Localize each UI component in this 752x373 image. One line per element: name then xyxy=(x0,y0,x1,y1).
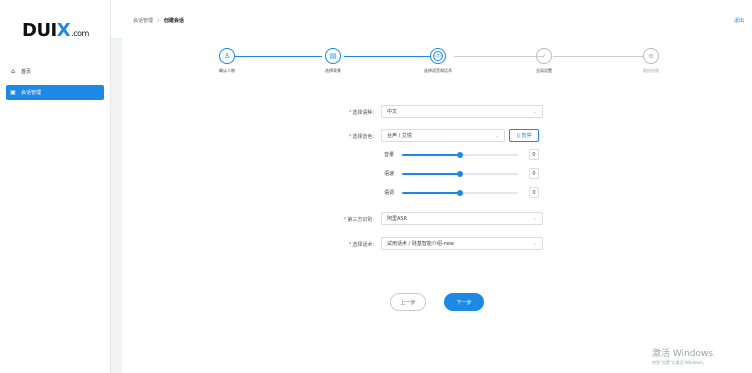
step-connector xyxy=(454,56,542,57)
speed-slider[interactable] xyxy=(402,171,518,177)
volume-value[interactable]: 0 xyxy=(529,149,539,160)
breadcrumb-item-create-session: 创建会话 xyxy=(163,18,184,24)
step-1-label: 确认人物 xyxy=(219,68,235,73)
pitch-slider-fill xyxy=(402,192,460,194)
step-3-label: 选择语音和话术 xyxy=(424,68,452,73)
step-2-label: 选择背景 xyxy=(325,68,341,73)
speed-slider-handle[interactable] xyxy=(457,171,463,177)
pitch-value[interactable]: 0 xyxy=(529,187,539,198)
voice-select[interactable]: 台声 / 艾悦 ⌄ xyxy=(381,129,505,142)
asr-select[interactable]: 阿里ASR ⌄ xyxy=(381,212,543,225)
step-3-voice-icon: ◁▷ xyxy=(430,48,446,64)
pitch-slider-handle[interactable] xyxy=(457,190,463,196)
home-icon: ⌂ xyxy=(11,67,15,75)
step-5-list-icon: ≡ xyxy=(643,48,659,64)
sidebar: DUIX.com ⌂ 首页 ▣ 会话管理 xyxy=(0,0,111,373)
previous-step-button[interactable]: 上一步 xyxy=(390,293,426,311)
step-4-label: 全局设置 xyxy=(536,68,552,73)
step-1-user-icon: ♙ xyxy=(219,48,235,64)
breadcrumb-item-session-management[interactable]: 会话管理 xyxy=(133,18,153,24)
logout-link[interactable]: 退出 xyxy=(734,17,744,24)
watermark-title: 激活 Windows xyxy=(652,349,714,359)
next-step-button[interactable]: 下一步 xyxy=(444,293,484,311)
language-label: *选择语种: xyxy=(348,110,374,116)
script-select[interactable]: 试用话术 / 硅基智能介绍-new ⌄ xyxy=(381,237,543,250)
breadcrumb-separator: / xyxy=(157,18,160,24)
chevron-down-icon: ⌄ xyxy=(532,241,537,247)
asr-label: *第三方识别: xyxy=(343,217,374,223)
step-connector xyxy=(553,56,643,57)
windows-activation-watermark: 激活 Windows 转到"设置"以激活 Windows。 xyxy=(652,346,713,366)
sidebar-item-label: 会话管理 xyxy=(21,90,42,96)
pause-button[interactable]: || 暂停 xyxy=(509,129,539,142)
step-connector xyxy=(344,56,440,57)
pitch-slider[interactable] xyxy=(402,190,518,196)
top-bar: 会话管理 / 创建会话 退出 xyxy=(111,0,752,39)
step-connector xyxy=(235,56,322,57)
chevron-down-icon: ⌄ xyxy=(532,216,537,222)
volume-label: 音量 xyxy=(384,152,395,158)
voice-label: *选择音色: xyxy=(348,134,374,140)
chevron-down-icon: ⌄ xyxy=(532,109,537,115)
volume-slider-handle[interactable] xyxy=(457,152,463,158)
brand-logo[interactable]: DUIX.com xyxy=(22,20,89,41)
chevron-down-icon: ⌄ xyxy=(494,133,499,139)
volume-slider-fill xyxy=(402,154,460,156)
step-progress: ♙ ▤ ◁▷ ✓ ≡ 确认人物 选择背景 选择语音和话术 全局设置 最终创建 xyxy=(122,38,752,88)
language-select[interactable]: 中文 ⌄ xyxy=(381,105,543,118)
main-panel: ♙ ▤ ◁▷ ✓ ≡ 确认人物 选择背景 选择语音和话术 全局设置 最终创建 *… xyxy=(122,38,752,373)
volume-slider[interactable] xyxy=(402,152,518,158)
session-icon: ▣ xyxy=(10,88,16,96)
step-4-check-icon: ✓ xyxy=(536,48,552,64)
sidebar-item-session-management[interactable]: ▣ 会话管理 xyxy=(6,85,104,100)
watermark-subtitle: 转到"设置"以激活 Windows。 xyxy=(652,360,707,365)
step-2-background-icon: ▤ xyxy=(325,48,341,64)
speed-value[interactable]: 0 xyxy=(529,168,539,179)
pitch-label: 语调 xyxy=(384,190,395,196)
sidebar-item-home[interactable]: ⌂ 首页 xyxy=(6,64,104,79)
speed-label: 语速 xyxy=(384,171,395,177)
script-label: *选择话术: xyxy=(348,242,374,248)
sidebar-item-label: 首页 xyxy=(21,69,32,75)
step-5-label: 最终创建 xyxy=(643,68,659,73)
breadcrumb: 会话管理 / 创建会话 xyxy=(133,17,184,24)
speed-slider-fill xyxy=(402,173,460,175)
